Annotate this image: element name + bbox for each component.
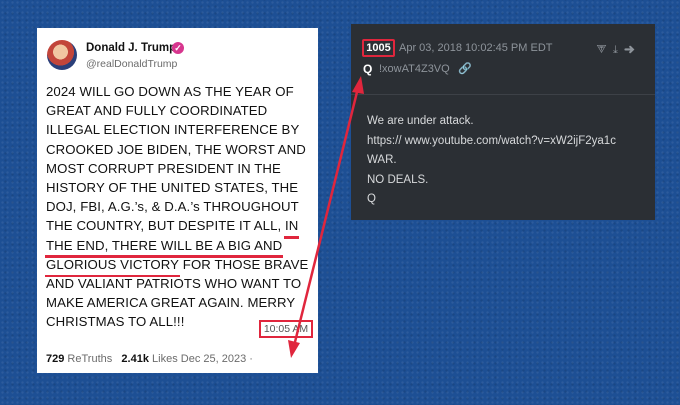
- post-line-text: FOR THOSE BRAVE: [179, 256, 309, 272]
- post-line: ILLEGAL ELECTION INTERFERENCE BY: [46, 122, 300, 138]
- q-link[interactable]: https:// www.youtube.com/watch?v=xW2ijF2…: [367, 132, 647, 152]
- verified-badge-icon: ✓: [172, 42, 184, 54]
- underlined-phrase: IN: [284, 216, 300, 239]
- underlined-phrase: GLORIOUS VICTORY: [44, 255, 181, 278]
- post-line: THE COUNTRY, BUT DESPITE IT ALL, IN: [46, 216, 314, 239]
- post-line: THE END, THERE WILL BE A BIG AND: [44, 236, 314, 259]
- post-time-highlight: 10:05 AM: [259, 320, 313, 338]
- author-handle[interactable]: @realDonaldTrump: [86, 58, 177, 70]
- q-post-body: We are under attack. https:// www.youtub…: [367, 112, 647, 210]
- share-download-next-icons[interactable]: ⮗⤓➜: [596, 41, 641, 60]
- q-line: We are under attack.: [367, 115, 474, 127]
- tripcode: !xowAT4Z3VQ: [379, 63, 450, 75]
- post-line: CROOKED JOE BIDEN, THE WORST AND: [46, 141, 306, 157]
- post-body: 2024 WILL GO DOWN AS THE YEAR OF GREAT A…: [44, 82, 314, 332]
- post-line: DOJ, FBI, A.G.’s, & D.A.’s THROUGHOUT: [46, 199, 299, 215]
- q-line: Q: [367, 193, 376, 206]
- likes-label[interactable]: Likes: [152, 353, 178, 365]
- post-date[interactable]: Dec 25, 2023 ·: [181, 353, 253, 365]
- post-datetime: Apr 03, 2018 10:02:45 PM EDT: [399, 42, 553, 54]
- post-line: AND VALIANT PATRIOTS WHO WANT TO: [46, 276, 302, 292]
- likes-count[interactable]: 2.41k: [121, 353, 149, 365]
- post-line: 2024 WILL GO DOWN AS THE YEAR OF: [46, 84, 294, 99]
- retruths-label[interactable]: ReTruths: [67, 353, 112, 365]
- q-line: WAR.: [367, 154, 397, 167]
- retruths-count[interactable]: 729: [46, 353, 64, 365]
- post-line: MAKE AMERICA GREAT AGAIN. MERRY: [46, 295, 296, 311]
- post-line: GLORIOUS VICTORY FOR THOSE BRAVE: [44, 255, 314, 278]
- post-stats: 729 ReTruths 2.41k Likes Dec 25, 2023 ·: [46, 353, 253, 365]
- q-line: NO DEALS.: [367, 173, 429, 186]
- post-line-text: THE COUNTRY, BUT DESPITE IT ALL,: [46, 218, 282, 234]
- poster-name: Q: [363, 62, 373, 76]
- underlined-phrase: THE END, THERE WILL BE A BIG AND: [44, 236, 284, 259]
- q-post: 1005 Apr 03, 2018 10:02:45 PM EDT ⮗⤓➜ Q …: [351, 24, 655, 220]
- link-icon[interactable]: 🔗: [458, 62, 472, 75]
- q-post-header: 1005 Apr 03, 2018 10:02:45 PM EDT ⮗⤓➜ Q …: [351, 24, 655, 94]
- author-name[interactable]: Donald J. Trump: [86, 42, 176, 54]
- post-number-highlight[interactable]: 1005: [362, 39, 395, 57]
- divider: [351, 94, 655, 95]
- post-line: GREAT AND FULLY COORDINATED: [46, 103, 268, 119]
- post-line: HISTORY OF THE UNITED STATES, THE: [46, 180, 299, 196]
- avatar[interactable]: [47, 40, 77, 70]
- post-line: MOST CORRUPT PRESIDENT IN THE: [46, 160, 281, 176]
